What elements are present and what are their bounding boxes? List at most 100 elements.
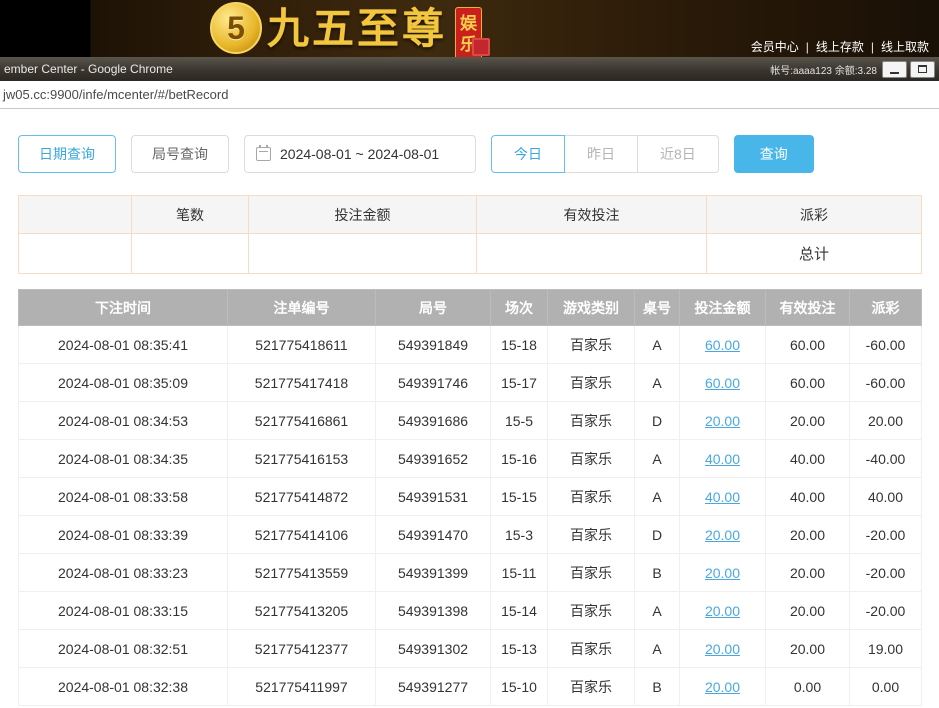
bet-time-cell: 2024-08-01 08:33:58: [19, 478, 228, 516]
record-row: 2024-08-01 08:32:38 521775411997 5493912…: [19, 668, 922, 706]
bet-amount-link[interactable]: 20.00: [705, 603, 740, 619]
summary-column-header: 有效投注: [477, 196, 707, 234]
header-nav-link[interactable]: 线上存款: [816, 38, 864, 55]
quick-date-button[interactable]: 近8日: [637, 135, 719, 173]
payout-cell: 20.00: [850, 402, 922, 440]
session-cell: 15-16: [491, 440, 548, 478]
quick-date-button[interactable]: 今日: [491, 135, 565, 173]
game-type-cell: 百家乐: [548, 554, 635, 592]
round-id-cell: 549391746: [376, 364, 491, 402]
table-id-cell: A: [635, 630, 680, 668]
round-id-cell: 549391277: [376, 668, 491, 706]
date-query-tab[interactable]: 日期查询: [18, 135, 116, 173]
date-range-value: 2024-08-01 ~ 2024-08-01: [280, 146, 439, 162]
summary-bet-amount-cell: [132, 234, 249, 274]
nav-separator: |: [806, 40, 809, 54]
bet-records-table: 下注时间注单编号局号场次游戏类别桌号投注金额有效投注派彩 2024-08-01 …: [18, 289, 922, 706]
table-id-cell: D: [635, 516, 680, 554]
session-cell: 15-3: [491, 516, 548, 554]
bet-time-cell: 2024-08-01 08:32:38: [19, 668, 228, 706]
bet-amount-link[interactable]: 60.00: [705, 337, 740, 353]
game-type-cell: 百家乐: [548, 440, 635, 478]
payout-cell: 40.00: [850, 478, 922, 516]
url-bar[interactable]: jw05.cc:9900/infe/mcenter/#/betRecord: [0, 81, 939, 109]
round-id-cell: 549391652: [376, 440, 491, 478]
session-cell: 15-14: [491, 592, 548, 630]
maximize-button[interactable]: [910, 61, 935, 78]
records-column-header: 场次: [491, 290, 548, 326]
game-type-cell: 百家乐: [548, 592, 635, 630]
records-column-header: 投注金额: [680, 290, 766, 326]
bet-time-cell: 2024-08-01 08:33:15: [19, 592, 228, 630]
logo-seal-icon: [472, 38, 490, 56]
record-row: 2024-08-01 08:34:35 521775416153 5493916…: [19, 440, 922, 478]
payout-cell: 0.00: [850, 668, 922, 706]
order-id-cell: 521775411997: [228, 668, 376, 706]
bet-time-cell: 2024-08-01 08:33:23: [19, 554, 228, 592]
bet-amount-link[interactable]: 60.00: [705, 375, 740, 391]
bet-record-page: 日期查询 局号查询 2024-08-01 ~ 2024-08-01 今日昨日近8…: [0, 135, 939, 706]
window-titlebar[interactable]: ember Center - Google Chrome 帐号:aaaa123 …: [0, 57, 939, 81]
session-cell: 15-13: [491, 630, 548, 668]
round-id-cell: 549391302: [376, 630, 491, 668]
quick-date-button[interactable]: 昨日: [564, 135, 638, 173]
header-nav-item: | 会员中心: [751, 38, 799, 55]
bet-amount-link[interactable]: 20.00: [705, 679, 740, 695]
site-logo-text: 九五至尊: [267, 2, 447, 56]
payout-cell: 19.00: [850, 630, 922, 668]
header-nav-link[interactable]: 线上取款: [881, 38, 929, 55]
header-nav-item: | 线上取款: [864, 38, 929, 55]
game-type-cell: 百家乐: [548, 402, 635, 440]
bet-amount-link[interactable]: 20.00: [705, 641, 740, 657]
minimize-button[interactable]: [882, 61, 907, 78]
payout-cell: -20.00: [850, 554, 922, 592]
date-range-input[interactable]: 2024-08-01 ~ 2024-08-01: [244, 135, 476, 173]
badge-char: 娱: [460, 13, 477, 34]
bet-amount-link[interactable]: 40.00: [705, 489, 740, 505]
record-row: 2024-08-01 08:33:39 521775414106 5493914…: [19, 516, 922, 554]
session-cell: 15-5: [491, 402, 548, 440]
session-cell: 15-11: [491, 554, 548, 592]
quick-date-group: 今日昨日近8日: [491, 135, 719, 173]
bet-amount-link[interactable]: 20.00: [705, 527, 740, 543]
bet-amount-cell: 40.00: [680, 440, 766, 478]
round-query-tab[interactable]: 局号查询: [131, 135, 229, 173]
records-column-header: 桌号: [635, 290, 680, 326]
bet-amount-link[interactable]: 40.00: [705, 451, 740, 467]
summary-table: 笔数投注金额有效投注派彩 总计: [18, 195, 922, 274]
summary-label-cell: 总计: [707, 234, 922, 274]
table-id-cell: B: [635, 554, 680, 592]
game-type-cell: 百家乐: [548, 326, 635, 364]
valid-bet-cell: 20.00: [766, 516, 850, 554]
search-button[interactable]: 查询: [734, 135, 814, 173]
order-id-cell: 521775416861: [228, 402, 376, 440]
table-id-cell: B: [635, 668, 680, 706]
summary-total-row: 总计: [19, 234, 922, 274]
account-info: 帐号:aaaa123 余额:3.28: [770, 62, 877, 77]
minimize-icon: [890, 72, 899, 74]
round-id-cell: 549391686: [376, 402, 491, 440]
bet-amount-cell: 20.00: [680, 516, 766, 554]
round-id-cell: 549391470: [376, 516, 491, 554]
header-nav-item: | 线上存款: [799, 38, 864, 55]
bet-amount-cell: 20.00: [680, 554, 766, 592]
game-type-cell: 百家乐: [548, 630, 635, 668]
bet-amount-link[interactable]: 20.00: [705, 413, 740, 429]
order-id-cell: 521775413559: [228, 554, 376, 592]
valid-bet-cell: 20.00: [766, 402, 850, 440]
session-cell: 15-10: [491, 668, 548, 706]
table-id-cell: A: [635, 364, 680, 402]
summary-column-header: 投注金额: [249, 196, 477, 234]
bet-amount-link[interactable]: 20.00: [705, 565, 740, 581]
order-id-cell: 521775416153: [228, 440, 376, 478]
table-id-cell: D: [635, 402, 680, 440]
bet-time-cell: 2024-08-01 08:32:51: [19, 630, 228, 668]
record-row: 2024-08-01 08:33:58 521775414872 5493915…: [19, 478, 922, 516]
session-cell: 15-15: [491, 478, 548, 516]
header-nav-link[interactable]: 会员中心: [751, 38, 799, 55]
game-type-cell: 百家乐: [548, 364, 635, 402]
records-header-row: 下注时间注单编号局号场次游戏类别桌号投注金额有效投注派彩: [19, 290, 922, 326]
bet-amount-cell: 40.00: [680, 478, 766, 516]
session-cell: 15-17: [491, 364, 548, 402]
round-id-cell: 549391531: [376, 478, 491, 516]
